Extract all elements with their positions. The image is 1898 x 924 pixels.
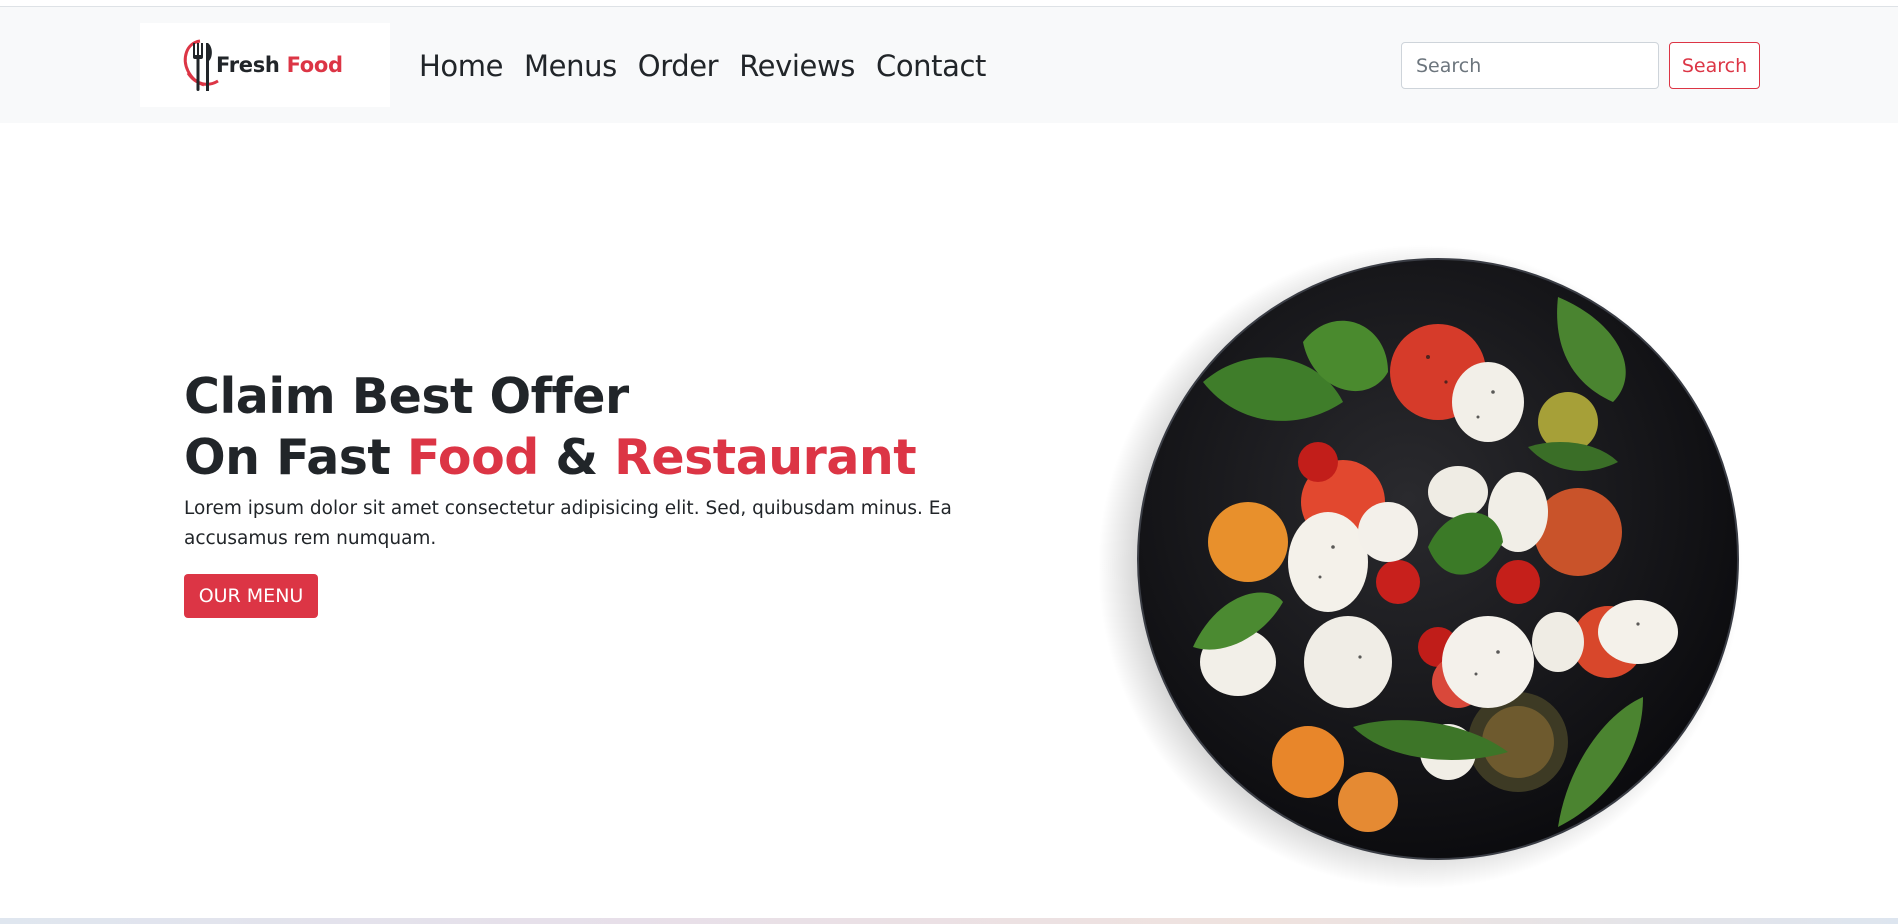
search-button[interactable]: Search bbox=[1669, 42, 1760, 89]
nav-link-home[interactable]: Home bbox=[419, 47, 503, 85]
brand-logo[interactable]: Fresh Food bbox=[140, 23, 390, 107]
nav-menu: Home Menus Order Reviews Contact bbox=[419, 47, 986, 85]
our-menu-button[interactable]: OUR MENU bbox=[184, 574, 318, 618]
hero-description: Lorem ipsum dolor sit amet consectetur a… bbox=[184, 498, 952, 549]
hero-title-highlight-restaurant: Restaurant bbox=[614, 429, 917, 486]
hero-title-prefix: On Fast bbox=[184, 429, 407, 486]
logo-word-fresh: Fresh bbox=[216, 53, 280, 77]
logo-word-food: Food bbox=[286, 53, 343, 77]
hero-title-ampersand: & bbox=[538, 429, 615, 486]
bottom-strip bbox=[0, 918, 1898, 924]
nav-link-menus[interactable]: Menus bbox=[524, 47, 617, 85]
navbar: Fresh Food Home Menus Order Reviews Cont… bbox=[0, 7, 1898, 123]
salad-plate-image bbox=[1098, 242, 1748, 892]
hero-title-highlight-food: Food bbox=[406, 429, 539, 486]
nav-link-contact[interactable]: Contact bbox=[876, 47, 986, 85]
hero-title: Claim Best Offer On Fast Food & Restaura… bbox=[184, 366, 917, 488]
hero-title-line-1: Claim Best Offer bbox=[184, 368, 629, 425]
nav-link-order[interactable]: Order bbox=[638, 47, 719, 85]
search-input[interactable] bbox=[1401, 42, 1659, 89]
nav-link-reviews[interactable]: Reviews bbox=[739, 47, 855, 85]
